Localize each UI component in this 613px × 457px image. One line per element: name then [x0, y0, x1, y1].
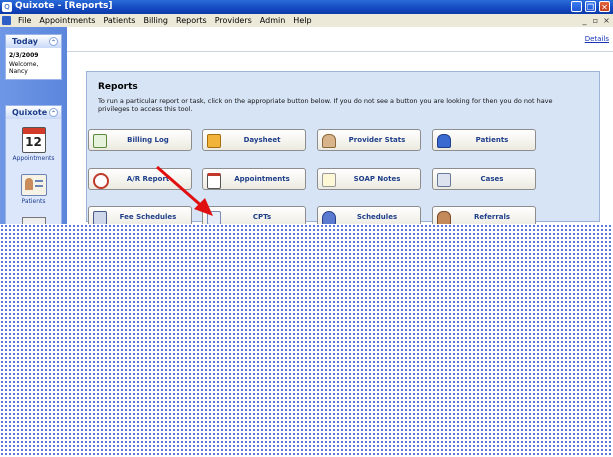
document-icon	[2, 16, 11, 25]
menu-billing[interactable]: Billing	[142, 15, 169, 26]
provider-icon	[322, 134, 336, 148]
mdi-restore-icon[interactable]: ▫	[591, 16, 600, 25]
divider	[67, 51, 613, 52]
title-bar: Q Quixote - [Reports] _ ❐ ✕	[0, 0, 613, 14]
nav-appointments[interactable]: 12 Appointments	[6, 127, 61, 162]
menu-file[interactable]: File	[17, 15, 32, 26]
window-title: Quixote - [Reports]	[15, 1, 113, 11]
today-date: 2/3/2009	[9, 52, 39, 59]
menu-admin[interactable]: Admin	[259, 15, 287, 26]
cases-button[interactable]: Cases	[432, 168, 536, 190]
notes-icon	[322, 173, 336, 187]
appointments-button[interactable]: Appointments	[202, 168, 306, 190]
reports-description: To run a particular report or task, clic…	[98, 97, 553, 113]
today-panel-header[interactable]: Today ⌃	[6, 35, 61, 48]
nav-patients-label: Patients	[21, 198, 46, 205]
fee-schedule-icon	[93, 211, 107, 225]
maximize-button[interactable]: ❐	[585, 1, 596, 12]
ar-report-button[interactable]: A/R Report	[88, 168, 192, 190]
calendar-number: 12	[25, 135, 42, 149]
daysheet-button[interactable]: Daysheet	[202, 129, 306, 151]
ledger-icon	[93, 134, 107, 148]
folder-icon	[437, 173, 451, 187]
today-panel: Today ⌃ 2/3/2009 Welcome, Nancy	[5, 34, 62, 80]
provider-stats-button[interactable]: Provider Stats	[317, 129, 421, 151]
patient-card-icon	[20, 174, 47, 196]
welcome-text: Welcome,	[9, 61, 39, 68]
referral-icon	[437, 211, 451, 225]
quixote-panel-header[interactable]: Quixote ⌃	[6, 106, 61, 119]
mdi-close-icon[interactable]: ×	[602, 16, 611, 25]
menu-reports[interactable]: Reports	[175, 15, 208, 26]
clipboard-icon	[207, 134, 221, 148]
app-icon: Q	[2, 2, 12, 12]
patient-icon	[437, 134, 451, 148]
quixote-title: Quixote	[12, 108, 48, 117]
soap-notes-button[interactable]: SOAP Notes	[317, 168, 421, 190]
calendar-icon	[207, 173, 221, 189]
menu-help[interactable]: Help	[292, 15, 312, 26]
dotted-overlay	[0, 224, 613, 457]
menu-appointments[interactable]: Appointments	[38, 15, 96, 26]
schedule-icon	[322, 211, 336, 225]
menu-providers[interactable]: Providers	[214, 15, 253, 26]
calendar-icon: 12	[21, 127, 46, 153]
menu-patients[interactable]: Patients	[102, 15, 136, 26]
cpt-icon	[207, 211, 221, 225]
collapse-chevron-icon[interactable]: ⌃	[49, 108, 58, 117]
menu-bar: File Appointments Patients Billing Repor…	[0, 14, 613, 28]
today-title: Today	[12, 37, 38, 46]
collapse-chevron-icon[interactable]: ⌃	[49, 37, 58, 46]
details-link[interactable]: Details	[585, 35, 609, 43]
nav-patients[interactable]: Patients	[6, 174, 61, 205]
mdi-minimize-icon[interactable]: _	[580, 16, 589, 25]
close-button[interactable]: ✕	[599, 1, 610, 12]
nav-appointments-label: Appointments	[12, 155, 55, 162]
user-name: Nancy	[9, 68, 28, 75]
billing-log-button[interactable]: Billing Log	[88, 129, 192, 151]
minimize-button[interactable]: _	[571, 1, 582, 12]
patients-button[interactable]: Patients	[432, 129, 536, 151]
reports-title: Reports	[98, 82, 138, 92]
